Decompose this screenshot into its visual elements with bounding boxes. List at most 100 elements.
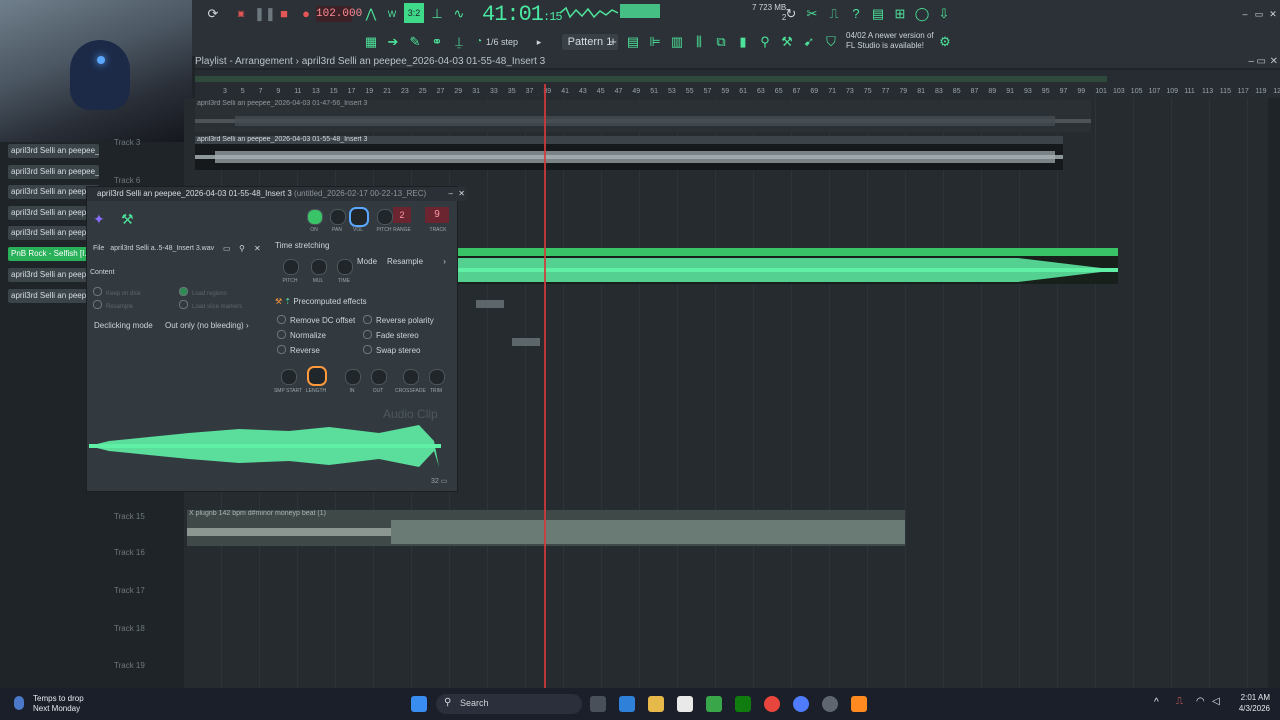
wait-icon[interactable]: W — [383, 5, 401, 23]
snap-selector[interactable]: 1/6 step — [486, 34, 518, 50]
channel-settings-title[interactable]: april3rd Selli an peepee_2026-04-03 01-5… — [87, 187, 467, 201]
volume-knob[interactable] — [349, 207, 369, 227]
song-overview[interactable] — [195, 76, 1107, 82]
arrow-icon[interactable]: ➔ — [384, 33, 402, 51]
news-panel[interactable]: 04/02 A newer version of FL Studio is av… — [846, 31, 934, 51]
in-knob[interactable] — [345, 369, 361, 385]
refresh-icon[interactable]: ↻ — [782, 5, 800, 23]
close-icon[interactable]: ✕ — [458, 187, 465, 201]
minimize-icon[interactable]: – — [449, 187, 453, 201]
load-regions-option[interactable]: Load regions — [179, 287, 227, 297]
picker-item[interactable]: april3rd Selli an peepee_... — [8, 144, 99, 158]
track-label[interactable]: Track 16 — [114, 548, 145, 557]
audio-clip[interactable]: X plugnb 142 bpm d#minor moneyp beat (1) — [187, 510, 905, 546]
minimize-icon[interactable]: – — [1248, 56, 1254, 68]
sample-waveform[interactable] — [89, 423, 451, 469]
clock[interactable]: 2:01 AM 4/3/2026 — [1230, 692, 1270, 714]
out-knob[interactable] — [371, 369, 387, 385]
small-clip[interactable] — [476, 288, 504, 312]
fl-studio-icon[interactable] — [851, 696, 867, 712]
microphone-icon[interactable]: ⎍ — [825, 5, 843, 23]
download-icon[interactable]: ⇩ — [935, 5, 953, 23]
normalize-option[interactable]: Normalize — [277, 330, 326, 340]
on-knob[interactable] — [307, 209, 323, 225]
folder-icon[interactable]: ▭ — [223, 244, 231, 253]
fade-stereo-option[interactable]: Fade stereo — [363, 330, 419, 340]
crossfade-knob[interactable] — [403, 369, 419, 385]
track-label[interactable]: Track 19 — [114, 661, 145, 670]
declicking-selector[interactable]: Out only (no bleeding) › — [165, 321, 249, 330]
audio-clip[interactable]: april3rd Selli an peepee_2026-04-03 01-5… — [195, 136, 1063, 170]
length-knob[interactable] — [307, 366, 327, 386]
piano-roll-icon[interactable]: ▥ — [668, 33, 686, 51]
edge-icon[interactable] — [619, 696, 635, 712]
windows-start-icon[interactable] — [411, 696, 427, 712]
add-pattern-icon[interactable]: + — [604, 33, 622, 51]
trim-knob[interactable] — [429, 369, 445, 385]
tempo-display[interactable]: 102.000 — [316, 6, 362, 22]
wifi-icon[interactable]: ◠ — [1196, 696, 1205, 707]
store-icon[interactable] — [677, 696, 693, 712]
link-icon[interactable]: ⚭ — [428, 33, 446, 51]
playhead[interactable] — [544, 84, 546, 688]
sampler-icon[interactable]: ✦ — [93, 211, 105, 228]
pause-button[interactable]: ❚❚ — [254, 5, 276, 23]
ts-pitch-knob[interactable] — [283, 259, 299, 275]
stamp-icon[interactable]: ⍊ — [450, 33, 468, 51]
weather-widget[interactable]: Temps to drop Next Monday — [33, 694, 84, 714]
close-icon[interactable]: ✕ — [1264, 5, 1280, 23]
mixer-icon[interactable]: ⫼ — [690, 33, 708, 51]
volume-icon[interactable]: ◁ — [1212, 696, 1220, 707]
range-display[interactable]: 2 — [393, 207, 411, 223]
hint-icon[interactable]: ➹ — [800, 33, 818, 51]
stop-button[interactable]: ■ — [275, 5, 293, 23]
audio-clip[interactable]: april3rd Selli an peepee_2026-04-03 01-4… — [195, 100, 1091, 132]
smp-start-knob[interactable] — [281, 369, 297, 385]
remove-dc-option[interactable]: Remove DC offset — [277, 315, 355, 325]
track-label[interactable]: Track 18 — [114, 624, 145, 633]
tools-icon[interactable]: ⚒ — [778, 33, 796, 51]
keep-on-disk-option[interactable]: Keep on disk — [93, 287, 141, 297]
swap-stereo-option[interactable]: Swap stereo — [363, 345, 420, 355]
track-label[interactable]: Track 17 — [114, 586, 145, 595]
resample-option[interactable]: Resample — [93, 300, 133, 310]
pattern-prev-icon[interactable]: ▸ — [530, 33, 548, 51]
browser-icon[interactable]: ▤ — [624, 33, 642, 51]
audio-clip-selected[interactable] — [458, 248, 1118, 284]
steam-icon[interactable] — [822, 696, 838, 712]
metronome-icon[interactable]: ⋀ — [362, 5, 380, 23]
app-icon[interactable] — [793, 696, 809, 712]
channel-rack-icon[interactable]: ⊫ — [646, 33, 664, 51]
file-row[interactable]: File april3rd Selli a..5-48_Insert 3.wav — [93, 245, 214, 252]
shop-icon[interactable]: ⛉ — [822, 33, 840, 51]
pan-knob[interactable] — [330, 209, 346, 225]
step-icon[interactable]: ⊥ — [428, 5, 446, 23]
reverse-polarity-option[interactable]: Reverse polarity — [363, 315, 434, 325]
xbox-icon[interactable] — [735, 696, 751, 712]
track-display[interactable]: 9 — [425, 207, 449, 223]
locate-icon[interactable]: ⚲ — [239, 244, 245, 253]
file-explorer-icon[interactable] — [648, 696, 664, 712]
excel-icon[interactable] — [706, 696, 722, 712]
timeline-ruler[interactable]: 3 5 7 9 11 13 15 17 19 21 23 25 27 29 31 33 35 37 39 41 43 45… — [195, 70, 1280, 98]
track-label[interactable]: Track 15 — [114, 512, 145, 521]
restore-icon[interactable]: ▭ — [1257, 56, 1266, 68]
pitch-knob[interactable] — [377, 209, 393, 225]
plugin-picker-icon[interactable]: ⚲ — [756, 33, 774, 51]
tray-chevron-icon[interactable]: ^ — [1154, 697, 1159, 708]
chat-icon[interactable]: ◯ — [913, 5, 931, 23]
blend-icon[interactable]: ∿ — [450, 5, 468, 23]
picker-item[interactable]: april3rd Selli an peepee_... — [8, 165, 99, 179]
search-box[interactable]: ⚲ Search — [436, 694, 582, 714]
track-label[interactable]: Track 3 — [114, 138, 140, 147]
pencil-icon[interactable]: ✎ — [406, 33, 424, 51]
mode-selector[interactable]: Resample › — [387, 257, 446, 266]
midi-icon[interactable]: ⊞ — [891, 5, 909, 23]
loop-record-icon[interactable]: ⟳ — [204, 5, 222, 23]
project-icon[interactable]: ▮ — [734, 33, 752, 51]
reverse-option[interactable]: Reverse — [277, 345, 320, 355]
close-icon[interactable]: ✕ — [1270, 56, 1278, 68]
help-icon[interactable]: ? — [847, 5, 865, 23]
ts-time-knob[interactable] — [337, 259, 353, 275]
plugin-icon[interactable]: ⧉ — [712, 33, 730, 51]
